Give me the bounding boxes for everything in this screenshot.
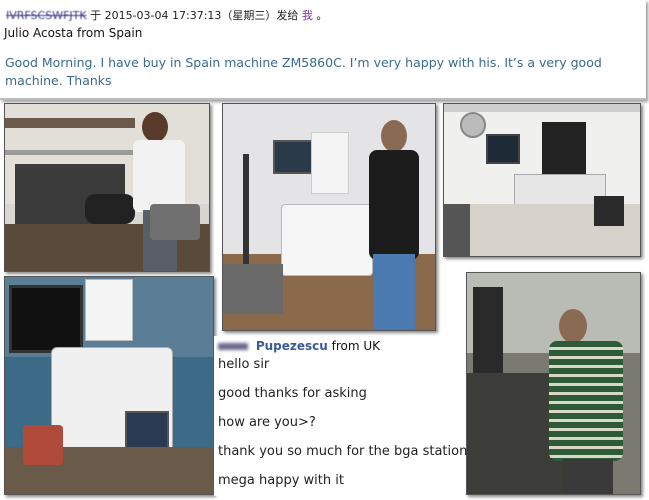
message-header: IVRFSCSWFJTK 于 2015-03-04 17:37:13（星期三）发…	[6, 7, 327, 23]
photo-workshop-customer	[4, 103, 210, 272]
recipient-name[interactable]: 我	[302, 9, 313, 22]
photo-blue-workshop	[4, 276, 214, 495]
chat-line: mega happy with it	[218, 473, 344, 488]
message-body: Good Morning. I have buy in Spain machin…	[5, 55, 602, 88]
chat-line: hello sir	[218, 357, 270, 372]
chat-line: good thanks for asking	[218, 386, 367, 401]
chat-sender-origin: from UK	[331, 339, 381, 353]
blurred-name	[218, 343, 248, 350]
chat-line: thank you so much for the bga station	[218, 444, 468, 459]
sender-name[interactable]: IVRFSCSWFJTK	[6, 9, 87, 22]
sender-subtitle: Julio Acosta from Spain	[4, 26, 143, 40]
chat-header: Pupezescu from UK	[218, 339, 380, 353]
photo-machine-room	[443, 103, 641, 257]
chat-sender-name[interactable]: Pupezescu	[256, 339, 328, 353]
header-middle: 于 2015-03-04 17:37:13（星期三）发给	[90, 9, 299, 22]
photo-striped-shirt-technician	[466, 272, 641, 495]
header-end: 。	[316, 9, 328, 22]
photo-technician-machine	[222, 103, 436, 331]
chat-line: how are you>?	[218, 415, 316, 430]
